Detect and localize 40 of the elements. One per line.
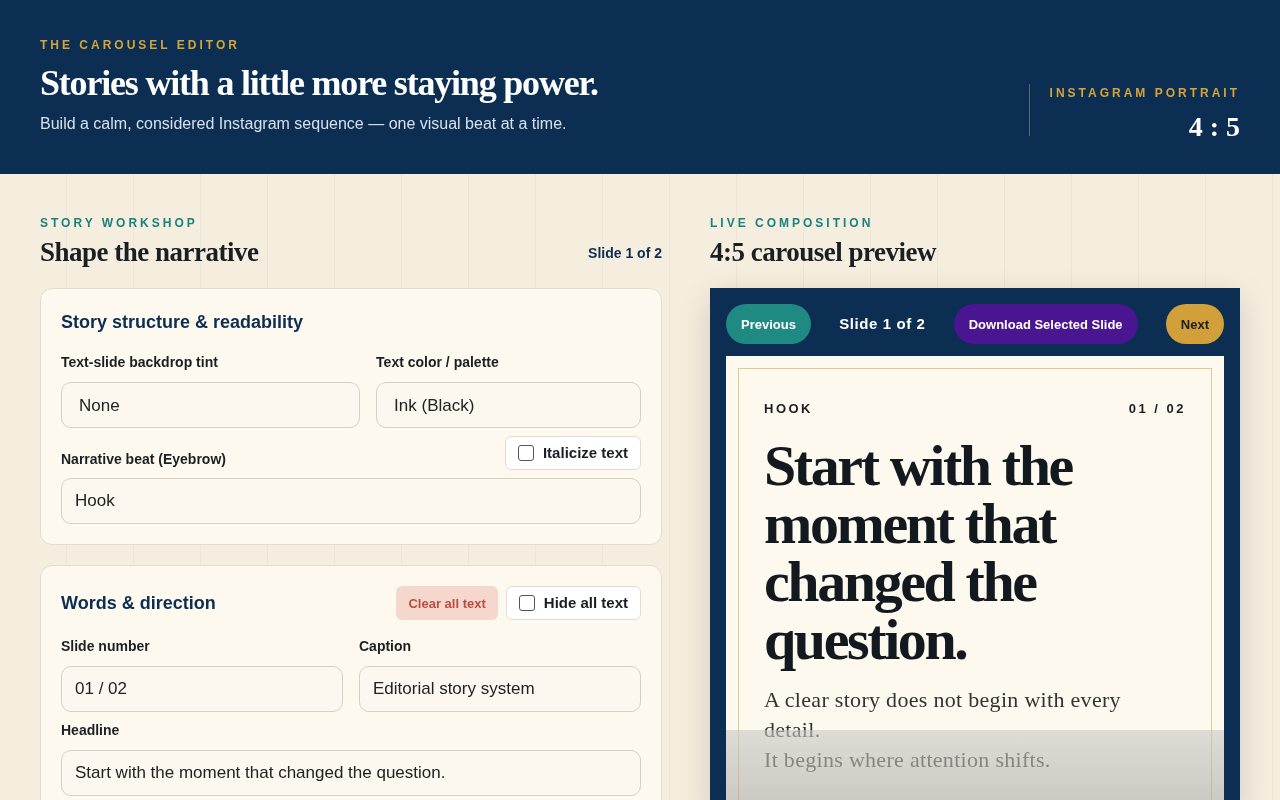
slide-eyebrow: HOOK bbox=[764, 400, 813, 419]
field-label: Narrative beat (Eyebrow) bbox=[61, 450, 226, 470]
panel-title: Words & direction bbox=[61, 591, 216, 615]
previous-button[interactable]: Previous bbox=[726, 304, 811, 345]
text-field[interactable]: Start with the moment that changed the question. bbox=[61, 750, 641, 797]
format-label: INSTAGRAM PORTRAIT bbox=[1049, 85, 1240, 102]
checkbox[interactable] bbox=[517, 445, 534, 462]
select-field[interactable]: None bbox=[61, 382, 361, 429]
page-subtitle: Build a calm, considered Instagram sequence — one visual beat at a time. bbox=[40, 113, 568, 134]
slide-body-text: It begins where attention shifts. bbox=[764, 745, 1052, 774]
section-eyebrow: LIVE COMPOSITION bbox=[710, 215, 875, 232]
download-button[interactable]: Download Selected Slide bbox=[953, 304, 1138, 345]
section-title: Shape the narrative bbox=[40, 236, 259, 269]
panel-title: Story structure & readability bbox=[61, 311, 304, 335]
field-label: Slide number bbox=[61, 637, 150, 657]
field-label: Headline bbox=[61, 721, 120, 741]
app-eyebrow: THE CAROUSEL EDITOR bbox=[40, 37, 241, 54]
field-label: Caption bbox=[359, 637, 412, 657]
slide-body-text: A clear story does not begin with every detail. bbox=[764, 685, 1122, 744]
text-field[interactable]: Hook bbox=[61, 478, 641, 525]
aspect-ratio: 4 : 5 bbox=[1187, 110, 1240, 144]
section-eyebrow: STORY WORKSHOP bbox=[40, 215, 199, 232]
slide-indicator: Slide 1 of 2 bbox=[588, 244, 662, 264]
checkbox-label[interactable]: Italicize text bbox=[504, 436, 641, 471]
next-button[interactable]: Next bbox=[1165, 304, 1224, 345]
checkbox[interactable] bbox=[518, 595, 535, 612]
text-field[interactable]: 01 / 02 bbox=[61, 666, 343, 713]
clear-text-button[interactable]: Clear all text bbox=[396, 586, 498, 621]
checkbox-text: Italicize text bbox=[542, 443, 628, 464]
field-label: Text color / palette bbox=[376, 353, 499, 373]
checkbox-text: Hide all text bbox=[543, 593, 628, 614]
select-field[interactable]: Ink (Black) bbox=[376, 382, 641, 429]
page-title: Stories with a little more staying power. bbox=[40, 64, 598, 104]
slide-number: 01 / 02 bbox=[1128, 400, 1186, 419]
slide-indicator: Slide 1 of 2 bbox=[839, 314, 926, 335]
text-field[interactable]: Editorial story system bbox=[359, 666, 641, 713]
field-label: Text-slide backdrop tint bbox=[61, 353, 218, 373]
checkbox-label[interactable]: Hide all text bbox=[505, 586, 641, 621]
slide-headline: Start with the moment that changed the question. bbox=[764, 436, 1074, 669]
section-title: 4:5 carousel preview bbox=[710, 236, 938, 269]
